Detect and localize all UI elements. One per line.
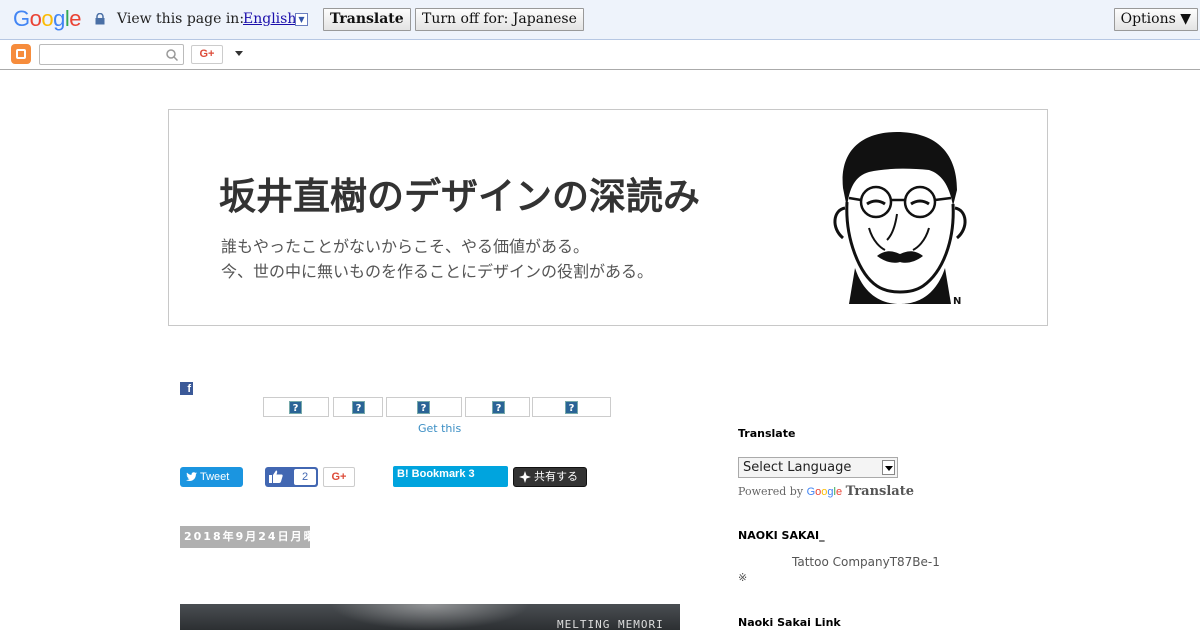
powered-by-google-translate[interactable]: Powered by Google Translate [738,484,914,499]
google-logo: Google [13,6,82,31]
facebook-icon[interactable]: f [180,382,193,395]
ninja-share-icon [519,471,531,483]
lock-icon [95,13,105,25]
hatena-bookmark-button[interactable]: B! Bookmark 3 [393,466,508,487]
facebook-like-button[interactable]: 2 [265,467,318,487]
broken-image-placeholder[interactable]: ? [263,397,329,417]
turn-off-button[interactable]: Turn off for: Japanese [415,8,584,31]
language-dropdown-icon[interactable]: ▼ [295,13,308,26]
blog-title: 坂井直樹のデザインの深読み [219,175,700,218]
chevron-down-icon[interactable] [882,460,895,475]
broken-image-placeholder[interactable]: ? [532,397,611,417]
post-image-light [330,604,530,630]
get-this-link[interactable]: Get this [418,422,461,435]
select-language-label: Select Language [743,460,852,475]
more-dropdown-icon[interactable] [235,51,243,56]
tattoo-company-text: Tattoo CompanyT87Be-1 [792,555,940,569]
blog-subtitle-line1: 誰もやったことがないからこそ、やる価値がある。 [221,237,590,256]
blogger-icon[interactable] [11,44,31,64]
blog-header-banner[interactable]: 坂井直樹のデザインの深読み 誰もやったことがないからこそ、やる価値がある。 今、… [168,109,1048,326]
post-image-caption: MELTING MEMORI [557,618,664,630]
google-logo-small: Google [806,486,843,498]
blog-subtitle-line2: 今、世の中に無いものを作ることにデザインの役割がある。 [221,262,654,281]
translate-button[interactable]: Translate [323,8,411,31]
post-image[interactable]: MELTING MEMORI [180,604,680,630]
sidebar-link-heading: Naoki Sakai Link [738,616,841,629]
broken-image-placeholder[interactable]: ? [333,397,383,417]
sidebar-translate-heading: Translate [738,427,796,440]
view-page-label: View this page in: [117,11,245,27]
broken-image-placeholder[interactable]: ? [386,397,462,417]
gplus-button[interactable]: G+ [323,467,355,487]
select-language-dropdown[interactable]: Select Language [738,457,898,478]
share-button[interactable]: 共有する [513,467,587,487]
gplus-share-button[interactable]: G+ [191,45,223,64]
options-button[interactable]: Options ▼ [1113,8,1198,31]
note-mark: ※ [738,571,748,584]
sidebar-naoki-heading: NAOKI SAKAI_ [738,529,825,542]
search-icon [166,49,178,61]
translate-bar: Google View this page in: English ▼ Tran… [0,0,1200,40]
twitter-bird-icon [186,472,197,481]
broken-image-placeholder[interactable]: ? [465,397,530,417]
signature-mark: N [953,296,961,307]
search-input[interactable] [39,44,184,65]
thumbs-up-icon [269,470,283,483]
powered-by-label: Powered by [738,485,804,498]
blogger-navbar: G+ [0,40,1200,70]
share-label: 共有する [534,470,578,483]
author-portrait-illustration: N [833,132,967,307]
tweet-button[interactable]: Tweet [180,467,243,487]
tweet-label: Tweet [200,471,230,483]
language-link[interactable]: English [243,11,296,27]
post-date-header: 2018年9月24日月曜日 [180,526,310,548]
translate-brand-label: Translate [845,484,915,499]
like-count: 2 [294,469,316,485]
